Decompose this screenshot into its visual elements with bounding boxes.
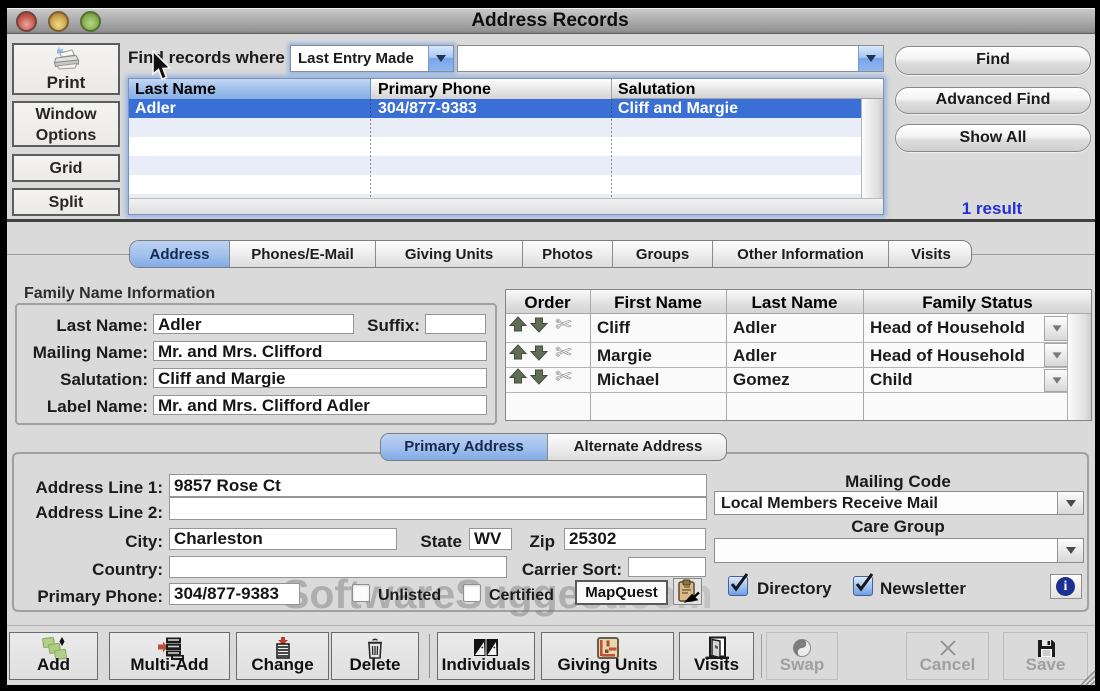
svg-text:✄: ✄ [555,368,572,386]
svg-text:✄: ✄ [555,316,572,334]
svg-text:✄: ✄ [555,344,572,362]
